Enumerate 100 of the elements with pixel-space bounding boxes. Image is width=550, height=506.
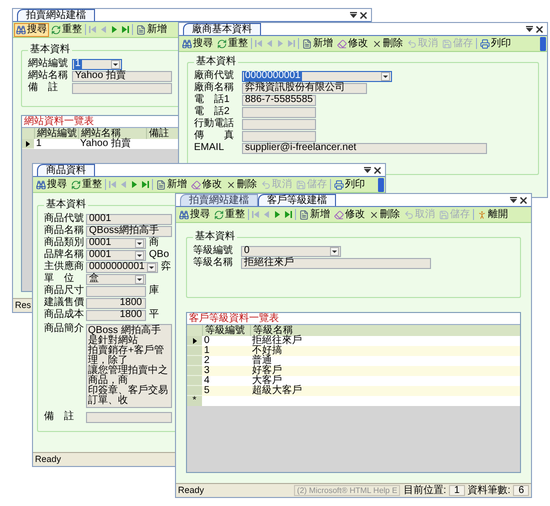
field-label: 備 註 [28, 83, 59, 93]
toolbar-button[interactable]: 修改 [335, 36, 370, 50]
toolbar-button[interactable]: 新增 [297, 208, 332, 222]
input-field[interactable]: supplier@i-freelancer.net [242, 142, 487, 154]
delete-icon [372, 38, 382, 48]
input-field[interactable] [242, 130, 316, 142]
field-label: 等級編號 [193, 246, 234, 256]
input-field[interactable] [242, 106, 316, 118]
delete-icon [369, 210, 379, 220]
toolbar-button[interactable]: 列印 [478, 36, 513, 50]
field-label: 廠商代號 [194, 71, 235, 81]
dropdown-field[interactable]: 0001 [86, 238, 146, 248]
input-field[interactable] [86, 286, 146, 296]
close-icon[interactable] [520, 196, 527, 204]
tab[interactable]: 拍賣網站建檔 [17, 9, 95, 21]
text-area[interactable]: QBoss 網拍高手是針對網站 拍賣銷存+客戶管理，除了 讓您管理拍賣中之商品，商 印簽章、客戶交易訂單、收 [86, 324, 172, 408]
table-cell-text: 3 [203, 366, 211, 376]
dropdown-field[interactable]: 0000000001 [86, 262, 158, 272]
input-field[interactable]: 886-7-5585585 [242, 94, 316, 106]
row-header[interactable] [22, 139, 34, 149]
last-record-icon [287, 39, 296, 48]
input-field[interactable]: 弈飛資訊股份有限公司 [242, 82, 367, 94]
person-icon [477, 210, 487, 220]
input-field[interactable]: Yahoo 拍賣 [72, 70, 172, 82]
last-record-icon [284, 210, 293, 219]
dropdown-field[interactable]: 0 [241, 246, 341, 256]
input-field[interactable]: 拒絕往來戶 [241, 258, 431, 268]
field-label: 品牌名稱 [44, 250, 85, 260]
toolbar-button[interactable]: 重整 [49, 22, 84, 36]
field-label: 網站編號 [28, 59, 69, 69]
toolbar-button[interactable]: 搜尋 [180, 36, 215, 50]
close-icon[interactable] [536, 26, 543, 32]
undo-icon [261, 180, 271, 190]
close-icon[interactable] [374, 166, 381, 174]
window-menu-icon[interactable] [510, 197, 517, 203]
caret-icon [111, 60, 120, 68]
row-header[interactable]: * [187, 396, 202, 406]
row-header[interactable] [187, 336, 202, 346]
input-field[interactable] [86, 412, 172, 422]
toolbar-button[interactable]: 修改 [332, 208, 367, 222]
input-field[interactable] [72, 82, 172, 94]
toolbar-button[interactable]: 重整 [215, 36, 250, 50]
toolbar-button[interactable]: 修改 [189, 178, 224, 192]
table-cell-text: 普通 [251, 356, 272, 366]
window-menu-icon[interactable] [350, 12, 357, 18]
table-cell-text: 4 [203, 376, 211, 386]
next-icon [130, 180, 139, 189]
undo-icon [407, 38, 417, 48]
table-cell-text: 1 [35, 139, 43, 149]
refresh-icon [217, 38, 227, 48]
binoculars-icon [36, 180, 46, 190]
tab[interactable]: 商品資料 [37, 164, 95, 176]
toolbar-button[interactable]: 刪除 [224, 178, 259, 192]
field-label: 主供應商 [44, 262, 85, 272]
tab[interactable]: 拍賣網站建檔 [180, 194, 258, 206]
dropdown-field[interactable]: 0000000001 [242, 70, 392, 82]
tab[interactable]: 廠商基本資料 [183, 23, 261, 35]
input-field[interactable]: QBoss網拍高手 [86, 226, 172, 236]
eraser-icon [337, 38, 347, 48]
close-icon[interactable] [360, 12, 367, 18]
field-label: 單 位 [44, 274, 75, 284]
field-label: 商品類別 [44, 238, 85, 248]
eraser-icon [191, 180, 201, 190]
input-field[interactable]: 1800 [86, 310, 146, 320]
refresh-icon [214, 210, 224, 220]
next-icon [110, 25, 119, 34]
caret-icon [330, 246, 339, 256]
printer-icon [334, 180, 344, 190]
toolbar-button[interactable]: 刪除 [367, 208, 402, 222]
toolbar-button[interactable]: 列印 [332, 178, 367, 192]
caret-icon [135, 250, 144, 260]
toolbar-button[interactable]: 離開 [475, 208, 510, 222]
table-cell-text: 5 [203, 386, 211, 396]
caret-icon [147, 262, 156, 272]
toolbar-button[interactable]: 搜尋 [177, 208, 212, 222]
help-tip: (2) Microsoft® HTML Help E [294, 485, 400, 496]
input-field[interactable]: 1800 [86, 298, 146, 308]
toolbar-button[interactable]: 搜尋 [34, 178, 69, 192]
toolbar-button[interactable]: 新增 [300, 36, 335, 50]
dropdown-field[interactable]: 1 [72, 58, 122, 70]
toolbar-button[interactable]: 新增 [154, 178, 189, 192]
dropdown-field[interactable]: 0001 [86, 250, 146, 260]
field-label: 商品代號 [44, 214, 85, 224]
previous-icon [119, 180, 128, 189]
input-field[interactable]: 0001 [86, 214, 172, 224]
toolbar-button[interactable]: 刪除 [370, 36, 405, 50]
document-icon [299, 210, 309, 220]
tab[interactable]: 客戶等級建檔 [258, 194, 336, 206]
field-label: 商品簡介 [44, 324, 85, 334]
toolbar-overflow-button[interactable] [378, 178, 384, 192]
toolbar-button[interactable]: 新增 [134, 22, 169, 36]
refresh-icon [51, 24, 61, 34]
toolbar-button[interactable]: 重整 [69, 178, 104, 192]
window-menu-icon[interactable] [364, 167, 371, 173]
toolbar-overflow-button[interactable] [540, 36, 546, 50]
window-menu-icon[interactable] [526, 26, 533, 32]
input-field[interactable] [242, 118, 316, 130]
dropdown-field[interactable]: 盒 [86, 274, 146, 284]
toolbar-button[interactable]: 重整 [212, 208, 247, 222]
toolbar-button[interactable]: 搜尋 [14, 22, 49, 36]
